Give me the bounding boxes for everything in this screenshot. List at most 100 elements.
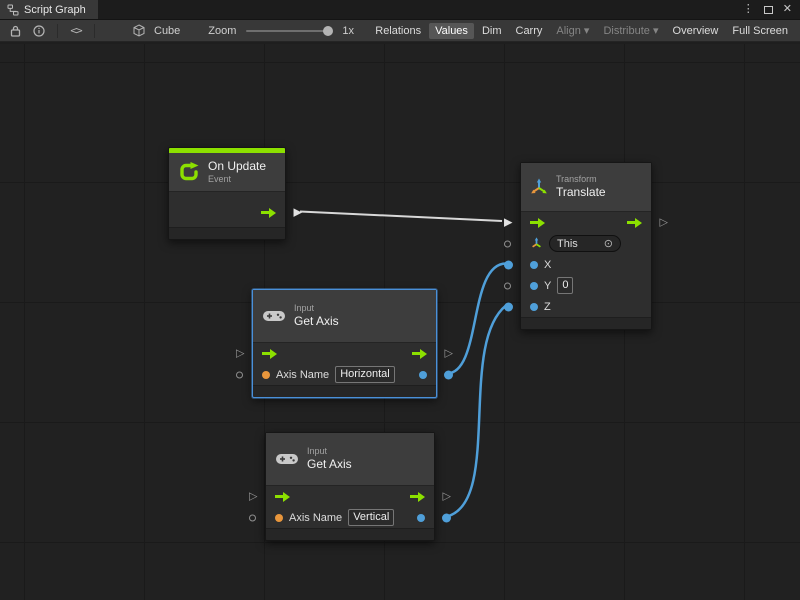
- float-type-icon: [530, 261, 538, 269]
- node-category: Input: [294, 303, 339, 314]
- this-input-row: This ⊙: [521, 233, 651, 254]
- y-input-port[interactable]: [504, 282, 511, 289]
- control-flow-icon: [262, 349, 277, 359]
- control-flow-icon: [275, 492, 290, 502]
- node-header[interactable]: Input Get Axis: [253, 290, 436, 342]
- toolbar-right-group: Relations Values Dim Carry Align ▾ Distr…: [369, 22, 794, 39]
- string-type-icon: [262, 371, 270, 379]
- value-wire-horizontal-to-x[interactable]: [447, 264, 506, 374]
- transform-mini-icon: [530, 237, 543, 250]
- node-category: Transform: [556, 174, 606, 185]
- x-port-label: X: [544, 259, 551, 271]
- axis-value-output-port[interactable]: [442, 513, 451, 522]
- dim-button[interactable]: Dim: [476, 23, 508, 39]
- y-port-label: Y: [544, 280, 551, 292]
- node-footer: [253, 385, 436, 397]
- control-input-port[interactable]: ▷: [236, 348, 244, 359]
- zoom-label: Zoom: [208, 25, 236, 37]
- node-header[interactable]: On Update Event: [169, 153, 285, 191]
- control-input-port[interactable]: ▶: [504, 217, 512, 228]
- on-update-icon: [178, 161, 200, 183]
- carry-button[interactable]: Carry: [510, 23, 549, 39]
- maximize-icon[interactable]: [764, 6, 773, 14]
- control-output-port[interactable]: ▷: [660, 217, 668, 228]
- y-input-row: Y 0: [521, 275, 651, 296]
- x-input-row: X: [521, 254, 651, 275]
- cube-icon: [130, 22, 148, 40]
- axis-name-input-port[interactable]: [249, 514, 256, 521]
- float-type-icon: [530, 303, 538, 311]
- object-picker-icon[interactable]: ⊙: [604, 237, 613, 250]
- float-type-icon: [530, 282, 538, 290]
- script-graph-icon: [7, 4, 19, 16]
- value-wire-vertical-to-z[interactable]: [447, 306, 506, 517]
- control-flow-row: ▷ ▷: [266, 486, 434, 507]
- zoom-slider-handle[interactable]: [323, 26, 333, 36]
- control-flow-icon: [412, 349, 427, 359]
- node-subtitle: Event: [208, 174, 266, 185]
- close-icon[interactable]: ✕: [783, 4, 792, 15]
- relations-button[interactable]: Relations: [369, 23, 427, 39]
- node-footer: [169, 227, 285, 239]
- graph-target-label[interactable]: Cube: [154, 25, 180, 37]
- this-object-picker[interactable]: This ⊙: [549, 235, 621, 252]
- node-on-update[interactable]: On Update Event ▶: [168, 147, 286, 240]
- overview-button[interactable]: Overview: [667, 23, 725, 39]
- chevron-down-icon: ▾: [653, 25, 659, 37]
- code-preview-icon[interactable]: <>: [67, 22, 85, 40]
- control-output-port[interactable]: ▷: [445, 348, 453, 359]
- window-menu-icon[interactable]: ⋮: [743, 4, 754, 15]
- float-type-icon: [417, 514, 425, 522]
- x-input-port[interactable]: [504, 260, 513, 269]
- z-port-label: Z: [544, 301, 551, 313]
- this-input-port[interactable]: [504, 240, 511, 247]
- z-input-row: Z: [521, 296, 651, 317]
- graph-canvas[interactable]: On Update Event ▶ Transform Translate: [0, 44, 800, 600]
- tab-script-graph[interactable]: Script Graph: [0, 0, 98, 19]
- control-flow-icon: [627, 218, 642, 228]
- info-icon[interactable]: [30, 22, 48, 40]
- control-flow-row: ▶ ▷: [521, 212, 651, 233]
- control-output-port[interactable]: ▷: [443, 491, 451, 502]
- z-input-port[interactable]: [504, 302, 513, 311]
- control-flow-icon: [530, 218, 545, 228]
- control-flow-icon: [261, 208, 276, 218]
- node-title: Get Axis: [307, 457, 352, 471]
- axis-name-field[interactable]: Vertical: [348, 509, 394, 526]
- gamepad-icon: [275, 452, 299, 466]
- node-title: On Update: [208, 159, 266, 173]
- control-output-port[interactable]: ▶: [294, 207, 302, 218]
- axis-value-output-port[interactable]: [444, 370, 453, 379]
- align-dropdown[interactable]: Align ▾: [550, 22, 595, 39]
- gamepad-icon: [262, 309, 286, 323]
- zoom-value: 1x: [342, 25, 354, 37]
- toolbar-separator: [94, 24, 95, 38]
- y-value-field[interactable]: 0: [557, 277, 573, 294]
- chevron-down-icon: ▾: [584, 25, 590, 37]
- float-type-icon: [419, 371, 427, 379]
- control-flow-row: ▷ ▷: [253, 343, 436, 364]
- this-label: This: [557, 238, 578, 250]
- axis-name-input-port[interactable]: [236, 371, 243, 378]
- node-footer: [521, 317, 651, 329]
- node-title: Get Axis: [294, 314, 339, 328]
- control-output-row: ▶: [169, 202, 285, 223]
- zoom-slider[interactable]: [246, 30, 330, 32]
- node-footer: [266, 528, 434, 540]
- axis-name-label: Axis Name: [289, 512, 342, 524]
- node-get-axis-vertical[interactable]: Input Get Axis ▷ ▷ Axis Name Vertical: [265, 432, 435, 541]
- control-wire[interactable]: [300, 212, 502, 222]
- control-input-port[interactable]: ▷: [249, 491, 257, 502]
- values-button[interactable]: Values: [429, 23, 474, 39]
- node-translate[interactable]: Transform Translate ▶ ▷ This ⊙: [520, 162, 652, 330]
- distribute-dropdown[interactable]: Distribute ▾: [597, 22, 664, 39]
- fullscreen-button[interactable]: Full Screen: [726, 23, 794, 39]
- node-get-axis-horizontal[interactable]: Input Get Axis ▷ ▷ Axis Name Horizontal: [252, 289, 437, 398]
- tab-title: Script Graph: [24, 4, 86, 16]
- axis-name-field[interactable]: Horizontal: [335, 366, 395, 383]
- node-header[interactable]: Input Get Axis: [266, 433, 434, 485]
- lock-icon[interactable]: [6, 22, 24, 40]
- toolbar-separator: [57, 24, 58, 38]
- node-category: Input: [307, 446, 352, 457]
- node-header[interactable]: Transform Translate: [521, 163, 651, 211]
